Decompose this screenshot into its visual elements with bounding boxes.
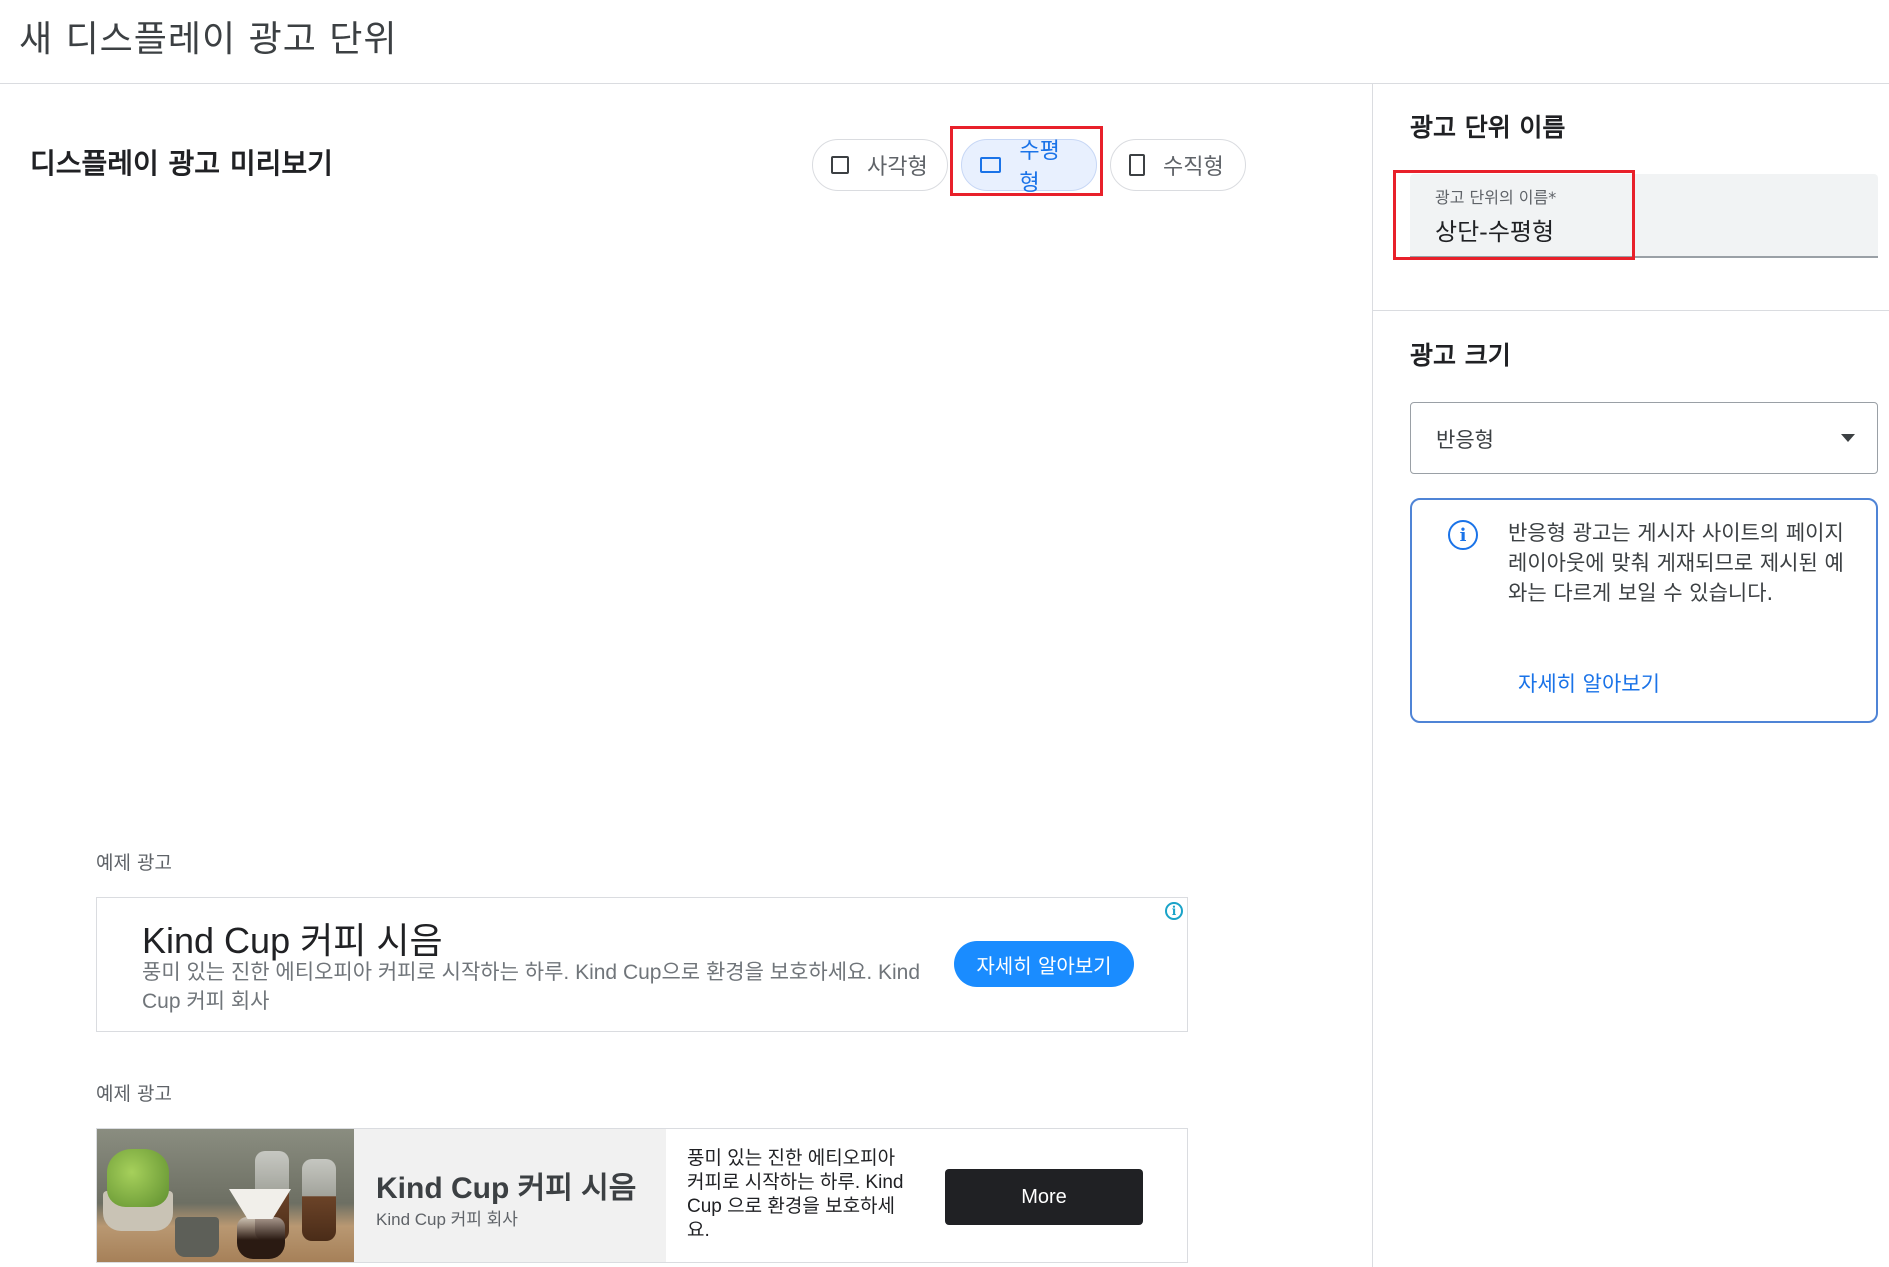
info-icon: i bbox=[1448, 520, 1478, 550]
ad-title: Kind Cup 커피 시음 bbox=[376, 1172, 637, 1205]
highlight-annotation bbox=[1393, 170, 1635, 260]
size-select-value: 반응형 bbox=[1436, 428, 1494, 452]
shape-toggle-label: 사각형 bbox=[867, 155, 928, 180]
info-text: 반응형 광고는 게시자 사이트의 페이지 레이아웃에 맞춰 게재되므로 제시된 … bbox=[1508, 521, 1844, 605]
shape-toggle-vertical[interactable]: 수직형 bbox=[1110, 139, 1246, 191]
settings-sidebar: 광고 단위 이름 광고 단위의 이름* 상단-수평형 광고 크기 반응형 i 반… bbox=[1372, 84, 1889, 1267]
name-section-title: 광고 단위 이름 bbox=[1410, 113, 1566, 142]
sample-ad-label: 예제 광고 bbox=[96, 1083, 172, 1105]
size-section-title: 광고 크기 bbox=[1410, 341, 1511, 370]
coffee-product-photo bbox=[97, 1129, 354, 1262]
ad-size-select[interactable]: 반응형 bbox=[1410, 402, 1878, 474]
ad-more-button[interactable]: More bbox=[945, 1169, 1143, 1225]
learn-more-link[interactable]: 자세히 알아보기 bbox=[1518, 668, 1660, 698]
ad-cta-button[interactable]: 자세히 알아보기 bbox=[954, 941, 1134, 987]
vertical-rect-icon bbox=[1129, 154, 1145, 176]
ad-title-panel: Kind Cup 커피 시음 Kind Cup 커피 회사 bbox=[354, 1129, 666, 1262]
info-icon[interactable]: i bbox=[1165, 902, 1183, 920]
sample-ad-image[interactable]: Kind Cup 커피 시음 Kind Cup 커피 회사 풍미 있는 진한 에… bbox=[96, 1128, 1188, 1263]
shape-toggle-label: 수직형 bbox=[1163, 155, 1224, 180]
page-header: 새 디스플레이 광고 단위 bbox=[0, 0, 1889, 84]
ad-description: 풍미 있는 진한 에티오피아 커피로 시작하는 하루. Kind Cup으로 환… bbox=[142, 961, 921, 1013]
preview-title: 디스플레이 광고 미리보기 bbox=[30, 147, 333, 180]
ad-brand: Kind Cup 커피 회사 bbox=[376, 1210, 518, 1229]
shape-toggle-square[interactable]: 사각형 bbox=[812, 139, 948, 191]
preview-panel: 디스플레이 광고 미리보기 사각형 수평형 수직형 예제 광고 i Kind C… bbox=[0, 84, 1372, 1267]
sample-ad-label: 예제 광고 bbox=[96, 852, 172, 874]
page-title: 새 디스플레이 광고 단위 bbox=[19, 19, 398, 60]
square-icon bbox=[831, 156, 849, 174]
caret-down-icon bbox=[1841, 434, 1855, 442]
responsive-info-box: i 반응형 광고는 게시자 사이트의 페이지 레이아웃에 맞춰 게재되므로 제시… bbox=[1410, 498, 1878, 723]
sample-ad-text[interactable]: i Kind Cup 커피 시음 풍미 있는 진한 에티오피아 커피로 시작하는… bbox=[96, 897, 1188, 1032]
divider bbox=[1373, 310, 1889, 311]
highlight-annotation bbox=[950, 126, 1103, 196]
ad-title: Kind Cup 커피 시음 bbox=[142, 920, 443, 961]
ad-description: 풍미 있는 진한 에티오피아 커피로 시작하는 하루. Kind Cup 으로 … bbox=[687, 1148, 904, 1241]
